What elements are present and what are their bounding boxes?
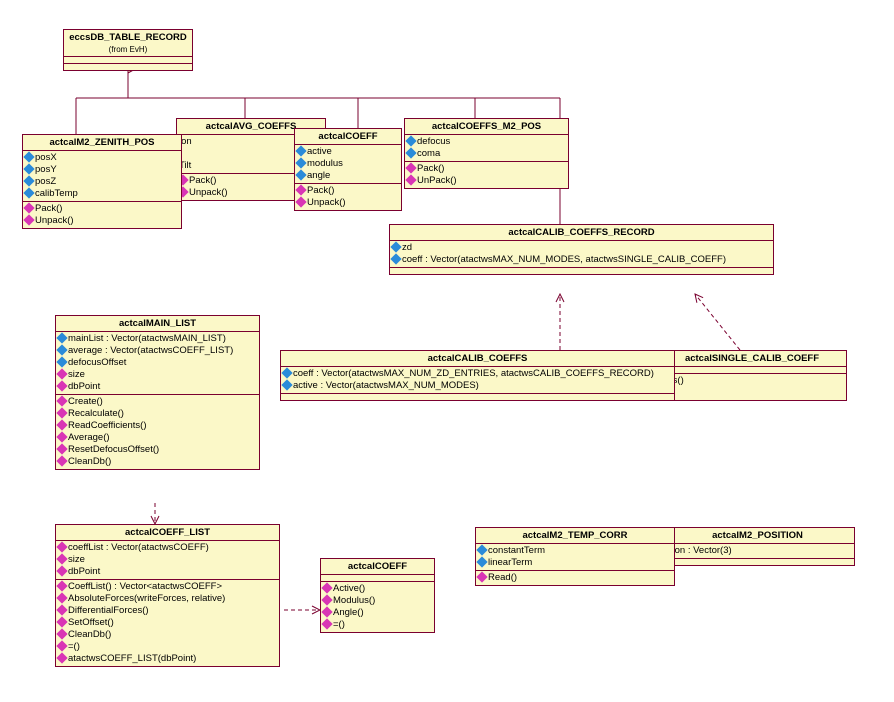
attr: coeff : Vector(atactwsMAX_NUM_MODES, ata…	[392, 254, 771, 266]
attr: linearTerm	[478, 557, 672, 569]
class-eccsdb-table-record: eccsDB_TABLE_RECORD (from EvH)	[63, 29, 193, 71]
op: Create()	[58, 396, 257, 408]
attr: zd	[392, 242, 771, 254]
class-actcal-single-calib-coeff: actcalSINGLE_CALIB_COEFF ulus() le()	[657, 350, 847, 401]
class-title: actcalCALIB_COEFFS	[281, 351, 674, 367]
op: Active()	[323, 583, 432, 595]
attr: posZ	[25, 176, 179, 188]
attr: dbPoint	[58, 566, 277, 578]
class-title: eccsDB_TABLE_RECORD	[64, 30, 192, 45]
op: CleanDb()	[58, 456, 257, 468]
op: =()	[58, 641, 277, 653]
class-actcal-main-list: actcalMAIN_LIST mainList : Vector(atactw…	[55, 315, 260, 470]
op: ResetDefocusOffset()	[58, 444, 257, 456]
class-title: actcalM2_POSITION	[661, 528, 854, 544]
op: Read()	[478, 572, 672, 584]
op: Unpack()	[297, 197, 399, 209]
attr: posY	[25, 164, 179, 176]
attr: size	[58, 369, 257, 381]
op: Pack()	[25, 203, 179, 215]
class-title: actcalSINGLE_CALIB_COEFF	[658, 351, 846, 367]
class-title: actcalCOEFF	[321, 559, 434, 575]
class-title: actcalCOEFFS_M2_POS	[405, 119, 568, 135]
attr: average : Vector(atactwsCOEFF_LIST)	[58, 345, 257, 357]
attr: size	[58, 554, 277, 566]
attr: constantTerm	[478, 545, 672, 557]
attr: coeffList : Vector(atactwsCOEFF)	[58, 542, 277, 554]
op: ReadCoefficients()	[58, 420, 257, 432]
op: Modulus()	[323, 595, 432, 607]
attr: active : Vector(atactwsMAX_NUM_MODES)	[283, 380, 672, 392]
class-title: actcalCOEFF	[295, 129, 401, 145]
class-actcal-coeff-list: actcalCOEFF_LIST coeffList : Vector(atac…	[55, 524, 280, 667]
class-title: actcalM2_TEMP_CORR	[476, 528, 674, 544]
op: CleanDb()	[58, 629, 277, 641]
class-actcal-coeff-top: actcalCOEFF active modulus angle Pack() …	[294, 128, 402, 211]
attr: defocusOffset	[58, 357, 257, 369]
class-subtitle: (from EvH)	[64, 45, 192, 57]
attr: calibTemp	[25, 188, 179, 200]
attr: coeff : Vector(atactwsMAX_NUM_ZD_ENTRIES…	[283, 368, 672, 380]
attr: modulus	[297, 158, 399, 170]
op: le()	[660, 387, 844, 399]
op: =()	[323, 619, 432, 631]
op: DifferentialForces()	[58, 605, 277, 617]
op: SetOffset()	[58, 617, 277, 629]
attr: posX	[25, 152, 179, 164]
attr: angle	[297, 170, 399, 182]
class-actcal-m2-temp-corr: actcalM2_TEMP_CORR constantTerm linearTe…	[475, 527, 675, 586]
op: Recalculate()	[58, 408, 257, 420]
op: CoeffList() : Vector<atactwsCOEFF>	[58, 581, 277, 593]
class-actcal-coeffs-m2-pos: actcalCOEFFS_M2_POS defocus coma Pack() …	[404, 118, 569, 189]
class-actcal-calib-coeffs: actcalCALIB_COEFFS coeff : Vector(atactw…	[280, 350, 675, 401]
op: ulus()	[660, 375, 844, 387]
op: Pack()	[407, 163, 566, 175]
class-title: actcalM2_ZENITH_POS	[23, 135, 181, 151]
op: Angle()	[323, 607, 432, 619]
op: atactwsCOEFF_LIST(dbPoint)	[58, 653, 277, 665]
op: Average()	[58, 432, 257, 444]
class-actcal-coeff-bottom: actcalCOEFF Active() Modulus() Angle() =…	[320, 558, 435, 633]
class-actcal-m2-position: actcalM2_POSITION sition : Vector(3)	[660, 527, 855, 566]
op: Pack()	[297, 185, 399, 197]
attr: active	[297, 146, 399, 158]
op: UnPack()	[407, 175, 566, 187]
op: AbsoluteForces(writeForces, relative)	[58, 593, 277, 605]
class-actcal-m2-zenith-pos: actcalM2_ZENITH_POS posX posY posZ calib…	[22, 134, 182, 229]
attr: mainList : Vector(atactwsMAIN_LIST)	[58, 333, 257, 345]
class-title: actcalCOEFF_LIST	[56, 525, 279, 541]
class-title: actcalMAIN_LIST	[56, 316, 259, 332]
attr: dbPoint	[58, 381, 257, 393]
class-actcal-calib-coeffs-record: actcalCALIB_COEFFS_RECORD zd coeff : Vec…	[389, 224, 774, 275]
attr: sition : Vector(3)	[663, 545, 852, 557]
attr: defocus	[407, 136, 566, 148]
attr: coma	[407, 148, 566, 160]
op: Unpack()	[25, 215, 179, 227]
class-title: actcalCALIB_COEFFS_RECORD	[390, 225, 773, 241]
